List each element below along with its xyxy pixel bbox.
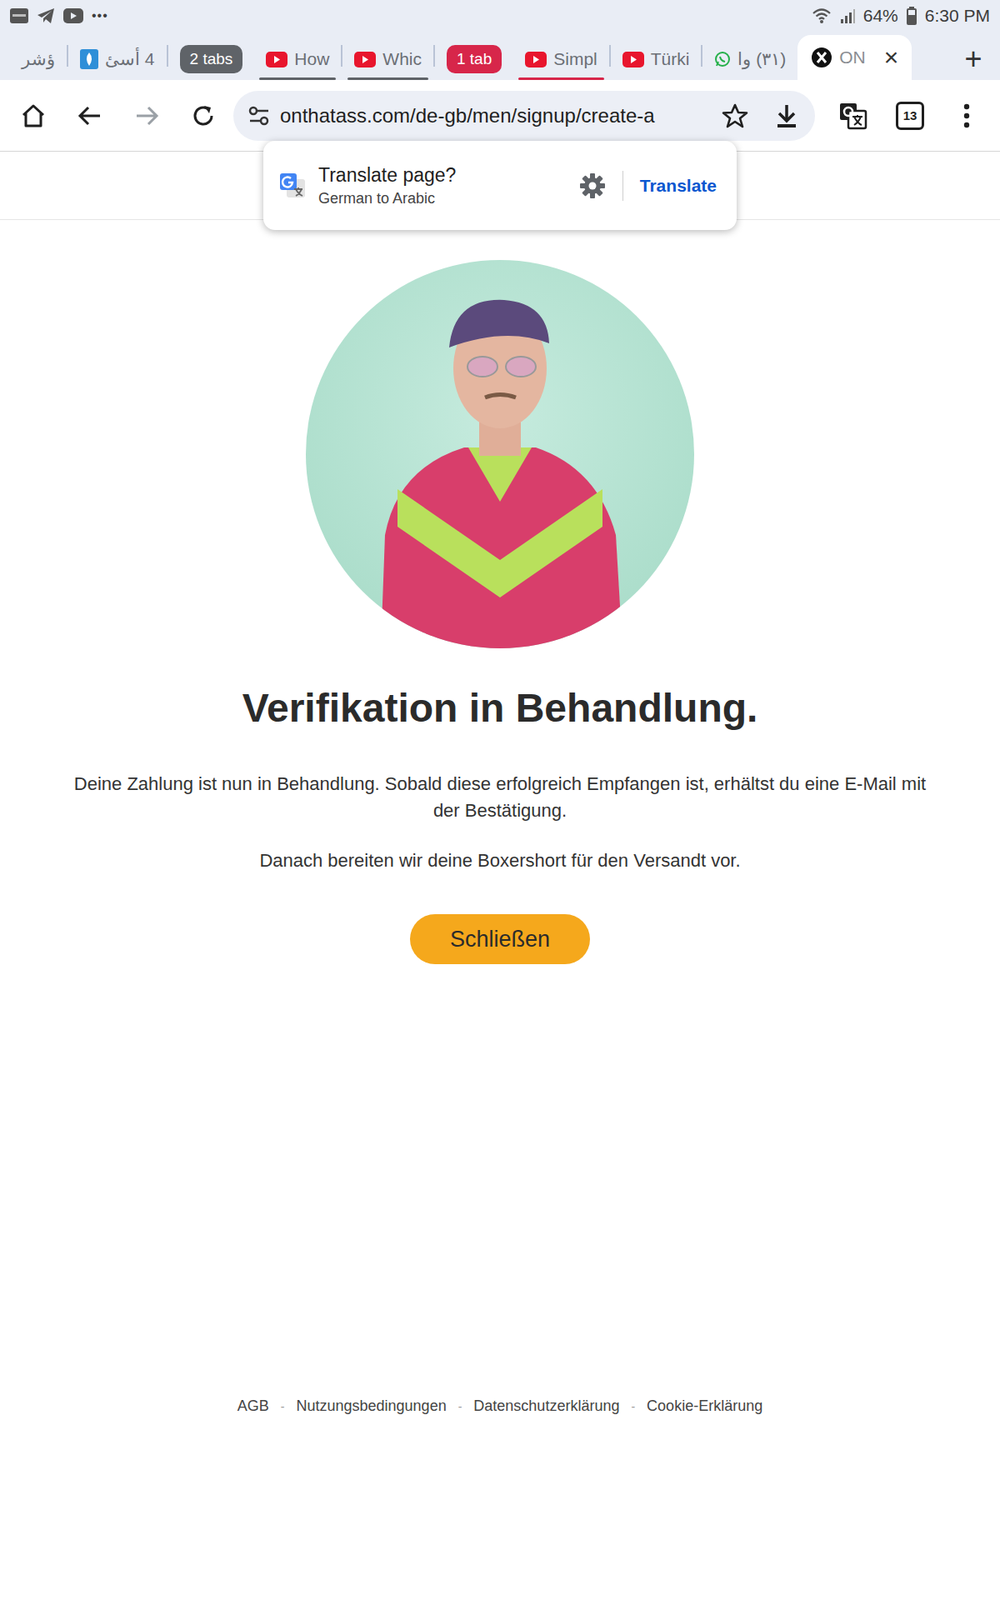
more-notifications: ••• (91, 8, 109, 24)
close-tab-button[interactable]: × (884, 43, 900, 72)
footer-separator: - (630, 1400, 635, 1414)
group-underline (347, 77, 429, 80)
heading: Verifikation in Behandlung. (242, 685, 759, 731)
tab[interactable]: (٣١) وا (702, 38, 798, 80)
forward-icon (133, 102, 160, 130)
popup-title: Translate page? (318, 164, 563, 187)
group-underline (259, 77, 336, 80)
news-icon (80, 49, 99, 70)
tab-group-label[interactable]: 2 tabs (180, 45, 244, 74)
tab-strip: ؤشر 4 أسئ 2 tabs How Whic 1 tab Simpl Türki (٣١)… (0, 31, 1000, 80)
tab-separator (700, 45, 703, 67)
tab-separator (166, 45, 169, 67)
forward-button (120, 89, 174, 143)
footer-link[interactable]: AGB (237, 1397, 270, 1415)
youtube-icon (622, 51, 645, 68)
profile-photo (305, 260, 695, 649)
tab-count[interactable]: 13 (895, 101, 925, 130)
battery-icon (906, 6, 917, 25)
app-icon (10, 8, 29, 24)
home-icon[interactable] (19, 101, 48, 130)
tab-title[interactable]: Whic (382, 49, 422, 70)
back-icon[interactable] (76, 102, 104, 130)
tab-switcher[interactable]: 13 (883, 89, 937, 143)
footer-separator: - (458, 1400, 463, 1414)
whatsapp-icon (714, 50, 731, 68)
tab-title[interactable]: ON (839, 47, 866, 68)
popup-subtitle: German to Arabic (318, 190, 563, 208)
reload-icon[interactable] (190, 102, 217, 130)
wifi-icon (811, 7, 832, 25)
message-paragraph: Deine Zahlung ist nun in Behandlung. Sob… (58, 770, 942, 825)
site-settings-icon[interactable] (246, 103, 272, 129)
download-icon[interactable] (765, 102, 809, 130)
menu-icon[interactable] (962, 102, 971, 130)
tab-group[interactable]: 2 tabs (168, 38, 255, 80)
bookmark-star-icon[interactable] (713, 102, 757, 130)
tab[interactable]: How (254, 38, 341, 80)
footer-separator: - (280, 1400, 285, 1414)
translate-icon[interactable] (838, 101, 869, 130)
translate-popup: Translate page? German to Arabic Translate (263, 140, 737, 230)
message-paragraph: Danach bereiten wir deine Boxershort für… (259, 847, 740, 875)
footer-link[interactable]: Cookie-Erklärung (646, 1397, 763, 1415)
url-text[interactable]: onthatass.com/de-gb/men/signup/create-a (280, 104, 705, 128)
tab-title[interactable]: (٣١) وا (737, 49, 786, 70)
tab-separator (66, 45, 69, 67)
tab[interactable]: Simpl (513, 38, 610, 80)
tab-title[interactable]: ؤشر (21, 49, 55, 70)
tab[interactable]: ؤشر (0, 38, 67, 80)
tab[interactable]: 4 أسئ (68, 38, 167, 80)
new-tab-button[interactable]: + (946, 38, 1000, 80)
close-button[interactable]: Schließen (410, 914, 590, 965)
footer: AGB-Nutzungsbedingungen-Datenschutzerklä… (237, 1397, 763, 1415)
tab-separator (609, 45, 611, 67)
footer-link[interactable]: Datenschutzerklärung (473, 1397, 620, 1415)
gear-icon[interactable] (574, 172, 611, 200)
tab-title[interactable]: How (294, 49, 330, 70)
tab[interactable]: Türki (610, 38, 702, 80)
tab-separator (433, 45, 435, 67)
youtube-icon (354, 51, 376, 68)
translate-button[interactable]: Translate (635, 175, 722, 196)
group-underline (518, 77, 605, 80)
youtube-icon (63, 8, 84, 24)
battery-level: 64% (863, 5, 899, 26)
tab-group[interactable]: 1 tab (435, 38, 514, 80)
popup-divider (622, 170, 624, 201)
youtube-icon (265, 51, 288, 68)
address-bar[interactable]: onthatass.com/de-gb/men/signup/create-a (233, 90, 815, 141)
tab[interactable]: Whic (342, 38, 434, 80)
status-bar: ••• 64% 6:30 PM (0, 0, 1000, 32)
google-translate-icon (278, 171, 307, 200)
browser-chrome: ••• 64% 6:30 PM ؤشر 4 أسئ 2 tabs How Whic 1 tab S… (0, 0, 1000, 80)
tab-group-label[interactable]: 1 tab (446, 45, 502, 74)
telegram-icon (36, 7, 55, 25)
site-icon (810, 46, 833, 69)
tab-title[interactable]: 4 أسئ (105, 49, 155, 70)
tab-title[interactable]: Türki (650, 49, 690, 70)
tab[interactable]: ON × (797, 35, 912, 80)
tab-separator (340, 45, 343, 67)
plain-icon (11, 50, 15, 68)
youtube-icon (525, 51, 547, 68)
footer-link[interactable]: Nutzungsbedingungen (296, 1397, 447, 1415)
page-content: Verifikation in Behandlung. Deine Zahlung… (0, 220, 1000, 1415)
signal-icon (840, 7, 855, 25)
clock: 6:30 PM (925, 5, 990, 26)
tab-title[interactable]: Simpl (553, 49, 598, 70)
